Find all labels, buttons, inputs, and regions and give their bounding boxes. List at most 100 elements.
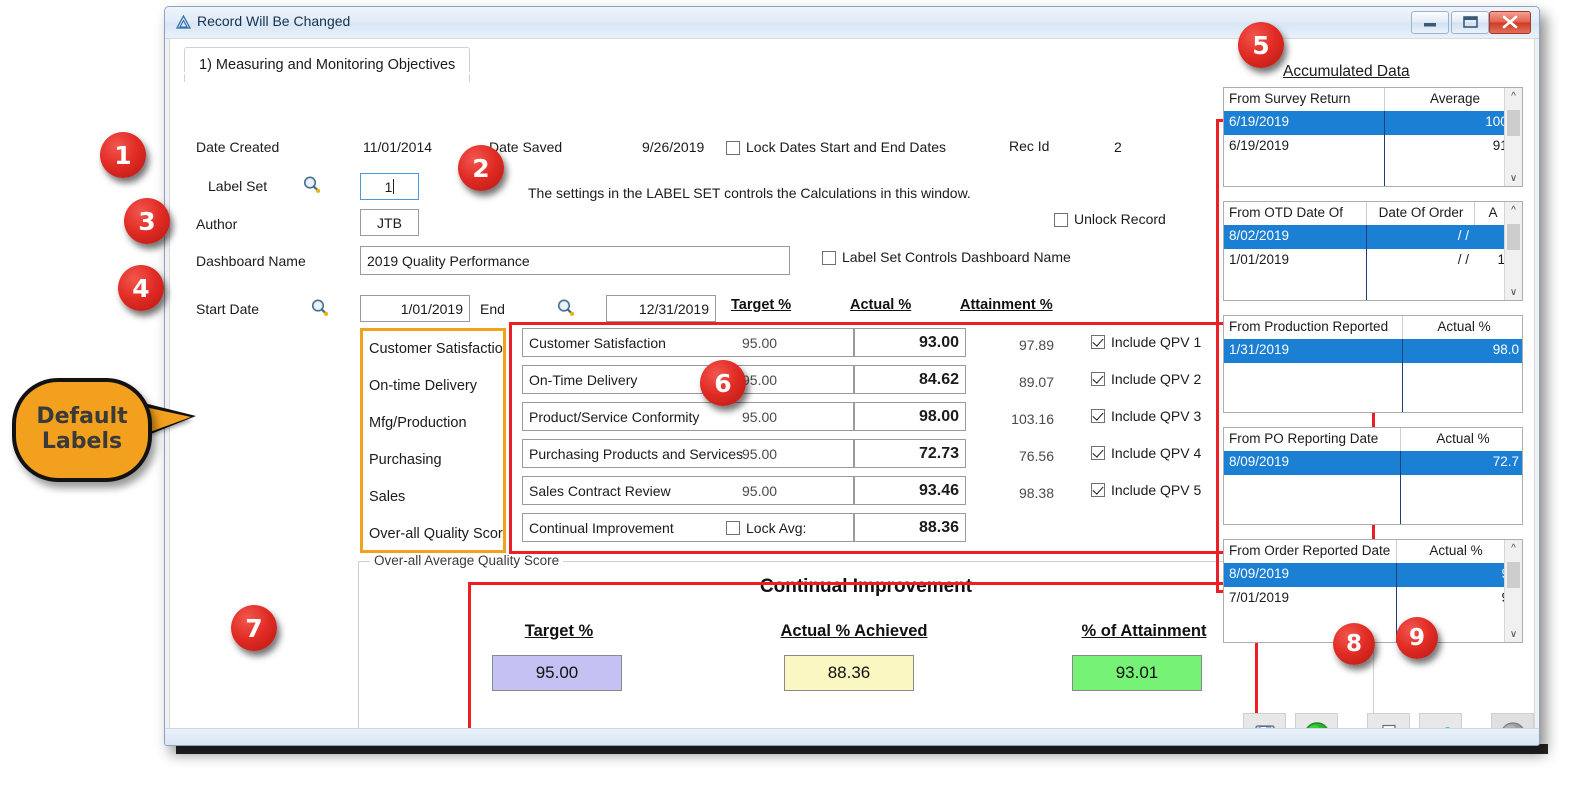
scrollbar-thumb[interactable] bbox=[1507, 562, 1520, 588]
annotation-badge-4: 4 bbox=[118, 265, 164, 311]
objective-attainment-value: 103.16 bbox=[1011, 411, 1054, 427]
annotation-badge-1: 1 bbox=[100, 132, 146, 178]
default-label-item[interactable]: Mfg/Production bbox=[369, 415, 467, 431]
accumulated-grid[interactable]: From Order Reported Date Actual % 8/09/201… bbox=[1223, 539, 1523, 643]
default-label-item[interactable]: Over-all Quality Score bbox=[369, 526, 503, 542]
lock-dates-checkbox[interactable] bbox=[726, 141, 740, 155]
objective-actual-input[interactable]: 84.62 bbox=[854, 365, 966, 394]
app-logo-icon bbox=[175, 14, 192, 31]
grid-cell: 1 bbox=[1497, 252, 1505, 267]
objective-actual-input[interactable]: 72.73 bbox=[854, 439, 966, 468]
grid-cell: 9 bbox=[1401, 590, 1509, 605]
author-label: Author bbox=[196, 216, 238, 232]
annotation-badge-6: 6 bbox=[700, 360, 746, 406]
grid-cell: 7/01/2019 bbox=[1229, 590, 1290, 605]
start-date-input[interactable]: 1/01/2019 bbox=[360, 295, 470, 322]
label-set-input[interactable]: 1 bbox=[360, 173, 419, 200]
tab-measuring-and-monitoring-objectives[interactable]: 1) Measuring and Monitoring Objectives bbox=[184, 47, 471, 82]
objective-actual-value: 93.00 bbox=[918, 333, 959, 351]
end-date-input[interactable]: 12/31/2019 bbox=[606, 295, 716, 322]
scroll-up-icon[interactable]: ^ bbox=[1505, 88, 1522, 104]
grid-row[interactable]: 1/31/2019 98.0 bbox=[1224, 339, 1522, 363]
objective-attainment-value: 98.38 bbox=[1018, 485, 1054, 501]
scroll-down-icon[interactable]: ∨ bbox=[1505, 284, 1522, 300]
include-qpv-checkbox[interactable] bbox=[1091, 372, 1105, 386]
ci-target-value-box: 95.00 bbox=[492, 655, 622, 691]
grid-row-divider bbox=[1366, 225, 1367, 300]
grid-cell: 9 bbox=[1401, 566, 1509, 581]
grid-row[interactable]: 8/09/2019 9 bbox=[1224, 563, 1522, 587]
dashboard-name-input[interactable]: 2019 Quality Performance bbox=[360, 246, 790, 275]
grid-column-header: Actual % bbox=[1437, 319, 1491, 334]
lock-avg-checkbox[interactable] bbox=[726, 521, 740, 535]
accumulated-grid[interactable]: From Survey Return Average 6/19/2019 100.0 6… bbox=[1223, 87, 1523, 187]
objective-target-value: 95.00 bbox=[742, 446, 778, 462]
grid-column-header: Actual % bbox=[1429, 543, 1483, 558]
objective-name-input[interactable]: Sales Contract Review bbox=[522, 476, 854, 505]
scroll-down-icon[interactable]: ∨ bbox=[1505, 170, 1522, 186]
accumulated-grid[interactable]: From OTD Date Of Date Of Order A 8/02/2019 /… bbox=[1223, 201, 1523, 301]
author-input[interactable]: JTB bbox=[360, 209, 419, 236]
annotation-badge-2: 2 bbox=[458, 145, 504, 191]
attainment-percent-header: Attainment % bbox=[960, 297, 1053, 313]
default-label-item[interactable]: Customer Satisfaction bbox=[369, 341, 503, 357]
objective-name-input[interactable]: Purchasing Products and Services bbox=[522, 439, 854, 468]
default-label-item[interactable]: Sales bbox=[369, 489, 405, 505]
objective-name-input[interactable]: On-Time Delivery bbox=[522, 365, 854, 394]
include-qpv-checkbox[interactable] bbox=[1091, 335, 1105, 349]
include-qpv-checkbox[interactable] bbox=[1091, 446, 1105, 460]
grid-row[interactable]: 1/01/2019 / / 1 bbox=[1224, 249, 1522, 273]
maximize-button[interactable] bbox=[1451, 11, 1489, 34]
scrollbar-thumb[interactable] bbox=[1507, 110, 1520, 136]
default-label-item[interactable]: Purchasing bbox=[369, 452, 442, 468]
grid-column-divider bbox=[1402, 316, 1403, 339]
unlock-record-checkbox[interactable] bbox=[1054, 213, 1068, 227]
average-actual-value: 88.36 bbox=[918, 518, 959, 536]
average-actual-input[interactable]: 88.36 bbox=[854, 513, 966, 542]
default-labels-listbox[interactable]: Customer Satisfaction On-time Delivery Mfg… bbox=[360, 328, 506, 553]
grid-row[interactable]: 6/19/2019 100.0 bbox=[1224, 111, 1522, 135]
scroll-down-icon[interactable]: ∨ bbox=[1505, 626, 1522, 642]
rec-id-label: Rec Id bbox=[1009, 138, 1050, 154]
label-set-controls-dashboard-checkbox[interactable] bbox=[822, 251, 836, 265]
grid-cell: / / bbox=[1457, 252, 1469, 267]
grid-row[interactable]: 8/09/2019 72.7 bbox=[1224, 451, 1522, 475]
grid-row[interactable]: 8/02/2019 / / bbox=[1224, 225, 1522, 249]
scroll-up-icon[interactable]: ^ bbox=[1505, 540, 1522, 556]
scrollbar-thumb[interactable] bbox=[1507, 224, 1520, 250]
grid-cell: 72.7 bbox=[1492, 454, 1519, 469]
start-date-search-icon[interactable] bbox=[310, 298, 329, 317]
objective-actual-input[interactable]: 93.00 bbox=[854, 328, 966, 357]
grid-scrollbar[interactable]: ^ ∨ bbox=[1504, 202, 1522, 300]
grid-scrollbar[interactable]: ^ ∨ bbox=[1504, 540, 1522, 642]
unlock-record-label: Unlock Record bbox=[1074, 211, 1166, 227]
include-qpv-checkbox[interactable] bbox=[1091, 483, 1105, 497]
grid-cell: 8/02/2019 bbox=[1229, 228, 1290, 243]
objective-actual-input[interactable]: 98.00 bbox=[854, 402, 966, 431]
grid-scrollbar[interactable]: ^ ∨ bbox=[1504, 88, 1522, 186]
include-qpv-checkbox[interactable] bbox=[1091, 409, 1105, 423]
include-qpv-label: Include QPV 4 bbox=[1111, 445, 1202, 461]
objective-name-input[interactable]: Product/Service Conformity bbox=[522, 402, 854, 431]
grid-column-header: From PO Reporting Date bbox=[1229, 431, 1379, 446]
minimize-button[interactable] bbox=[1411, 11, 1449, 34]
grid-row[interactable]: 6/19/2019 91.0 bbox=[1224, 135, 1522, 159]
label-set-controls-dashboard-label: Label Set Controls Dashboard Name bbox=[842, 249, 1071, 265]
objective-actual-value: 98.00 bbox=[918, 407, 959, 425]
scroll-up-icon[interactable]: ^ bbox=[1505, 202, 1522, 218]
grid-row[interactable]: 7/01/2019 9 bbox=[1224, 587, 1522, 611]
actual-percent-header: Actual % bbox=[850, 297, 912, 313]
default-label-item[interactable]: On-time Delivery bbox=[369, 378, 477, 394]
close-window-button[interactable] bbox=[1489, 11, 1531, 34]
status-strip bbox=[165, 728, 1539, 745]
grid-column-header: From OTD Date Of bbox=[1229, 205, 1344, 220]
grid-column-divider bbox=[1366, 202, 1367, 225]
objective-actual-value: 84.62 bbox=[918, 370, 959, 388]
accumulated-grid[interactable]: From Production Reported Actual % 1/31/201… bbox=[1223, 315, 1523, 413]
label-set-search-icon[interactable] bbox=[302, 175, 321, 194]
author-value: JTB bbox=[377, 214, 402, 231]
end-date-search-icon[interactable] bbox=[556, 298, 575, 317]
objective-name-input[interactable]: Customer Satisfaction bbox=[522, 328, 854, 357]
accumulated-grid[interactable]: From PO Reporting Date Actual % 8/09/2019 7… bbox=[1223, 427, 1523, 525]
objective-actual-input[interactable]: 93.46 bbox=[854, 476, 966, 505]
